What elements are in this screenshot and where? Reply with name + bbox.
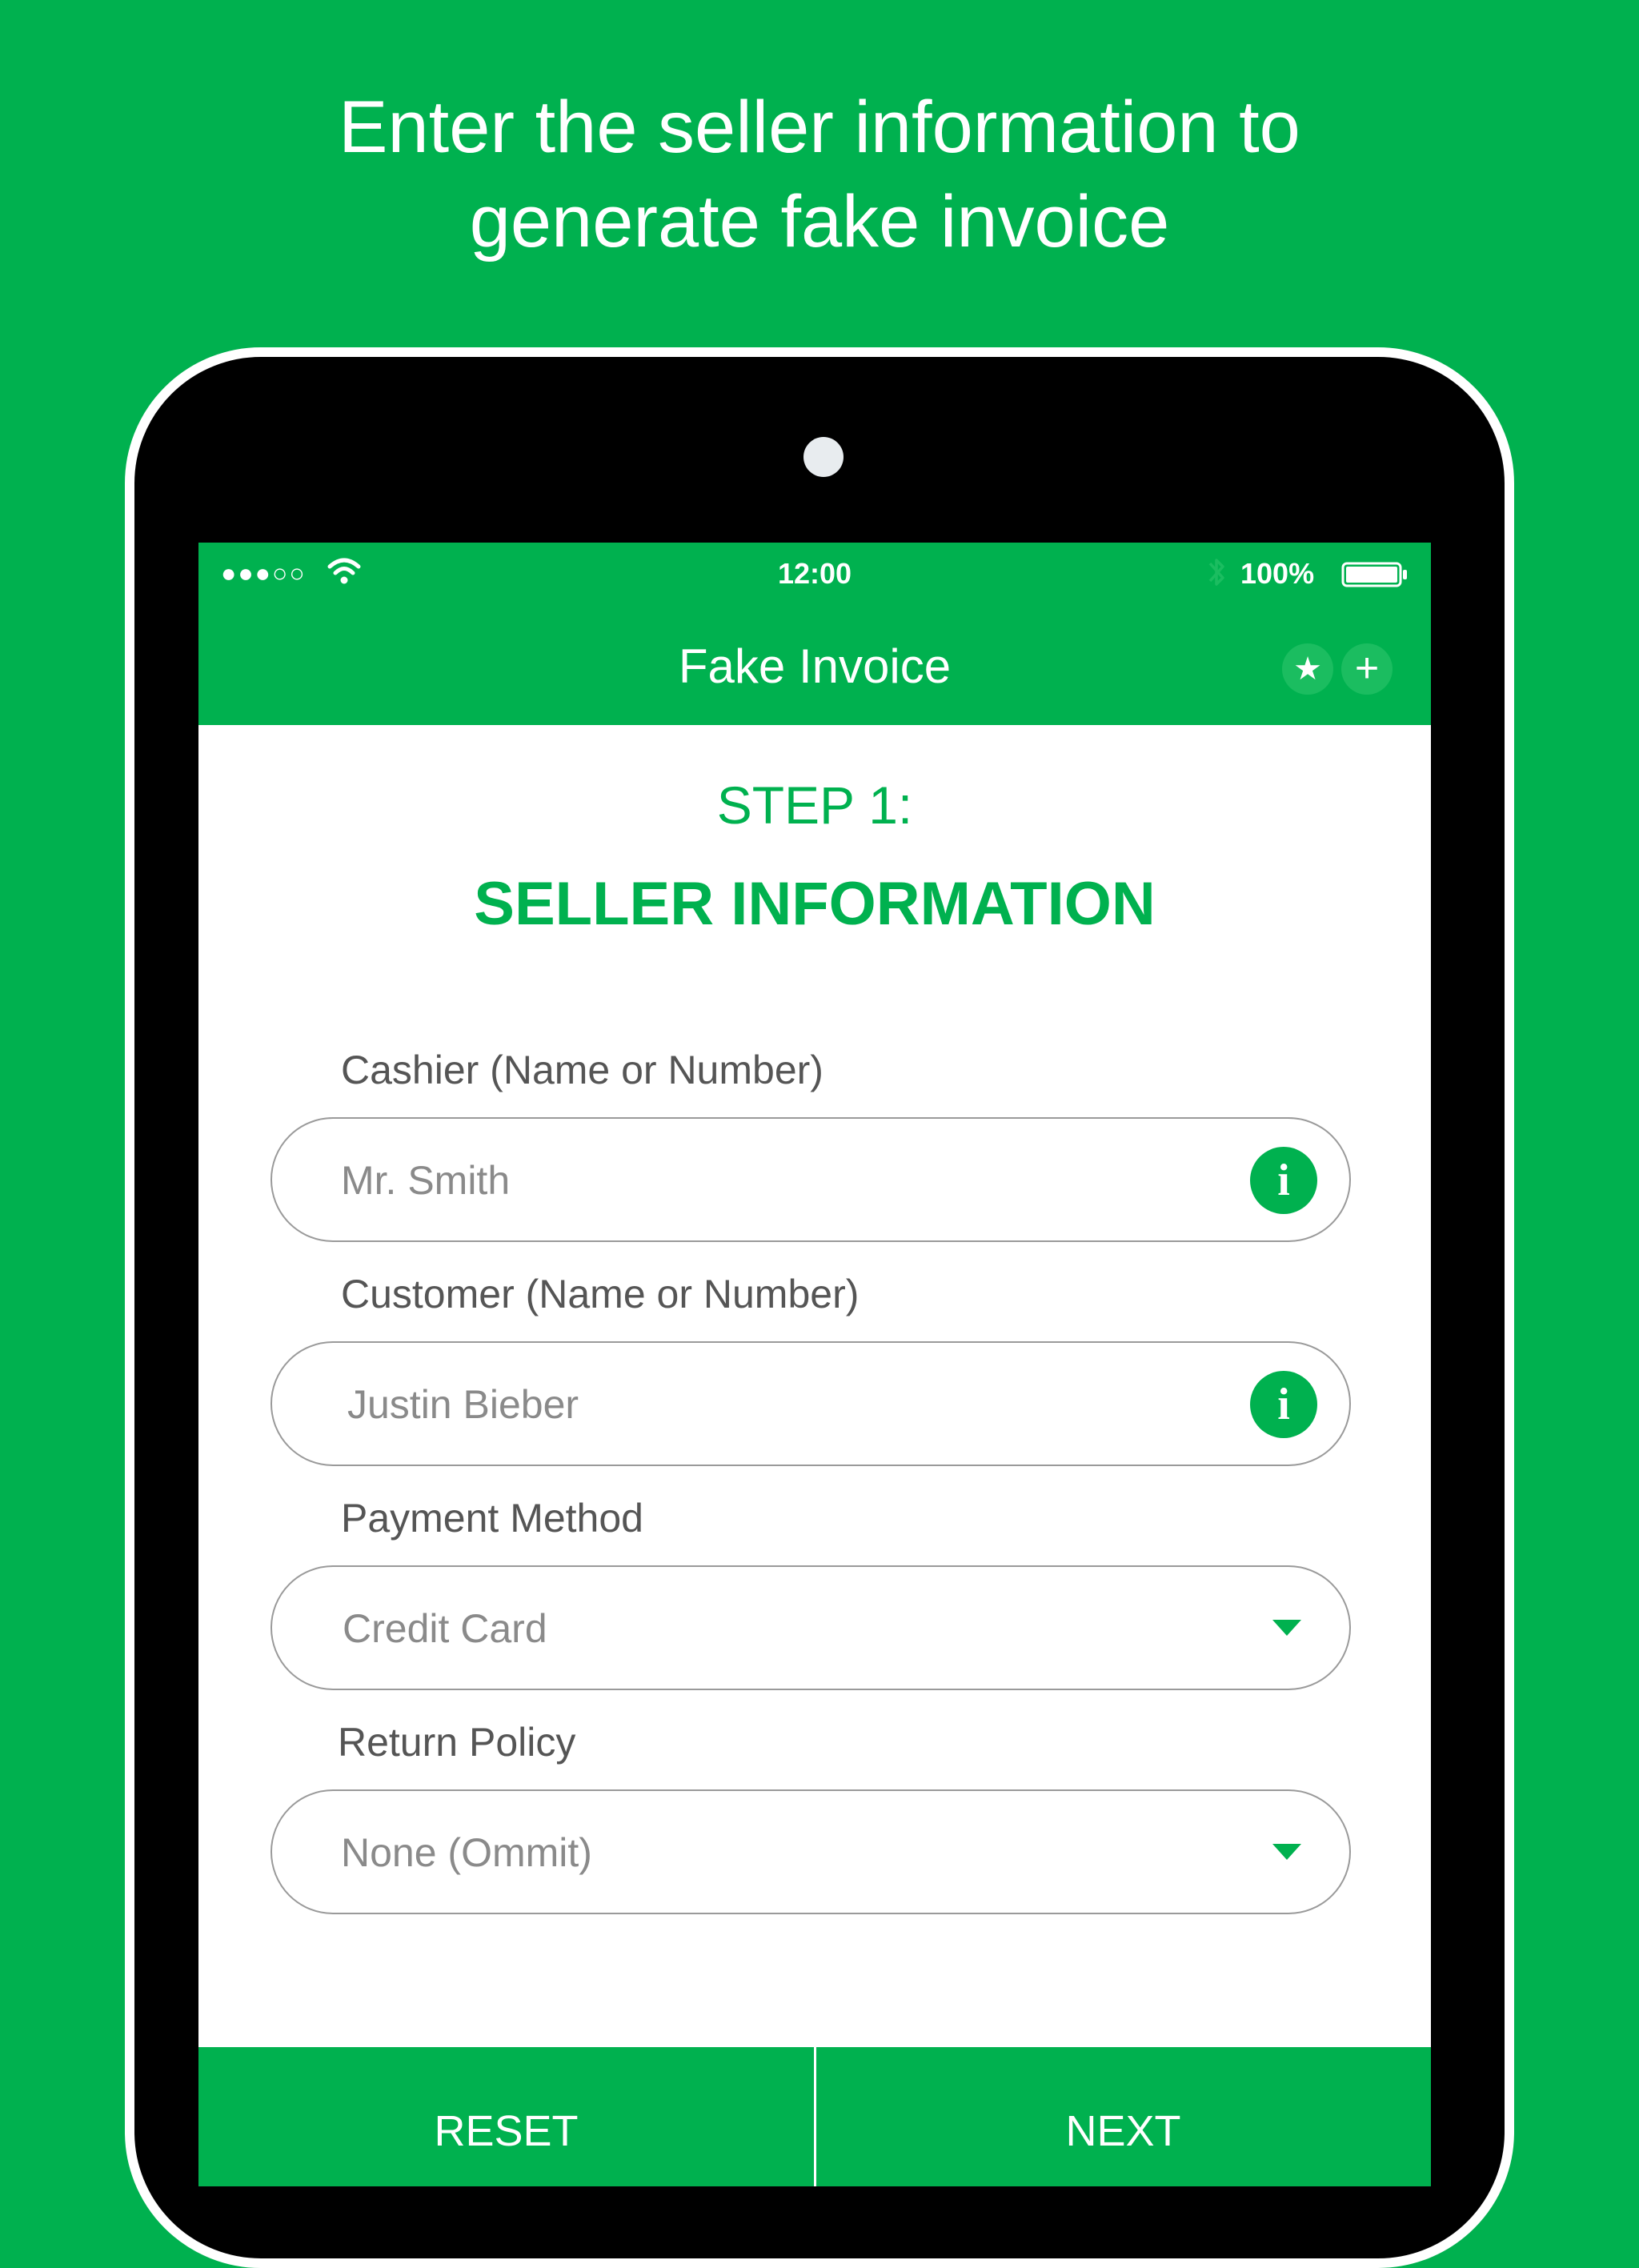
cashier-input[interactable]: Mr. Smith i (270, 1117, 1351, 1242)
payment-method-value: Credit Card (343, 1606, 547, 1651)
chevron-down-icon (1272, 1620, 1301, 1636)
bluetooth-icon (1208, 559, 1224, 586)
promo-headline: Enter the seller information to generate… (0, 80, 1639, 269)
return-policy-label: Return Policy (338, 1720, 576, 1765)
plus-icon: + (1354, 645, 1380, 691)
cashier-value: Mr. Smith (341, 1158, 511, 1203)
step-label: STEP 1: (716, 775, 913, 835)
bottom-action-bar: RESET NEXT (198, 2047, 1431, 2186)
payment-method-label: Payment Method (341, 1496, 643, 1541)
front-camera (803, 437, 844, 477)
battery-icon (1341, 562, 1407, 587)
battery-percentage: 100% (1240, 557, 1315, 590)
promo-headline-line-1: Enter the seller information to (339, 86, 1300, 168)
navigation-bar: Fake Invoice ★ + (198, 607, 1431, 725)
favorite-button[interactable]: ★ (1282, 643, 1333, 695)
promo-headline-line-2: generate fake invoice (469, 181, 1170, 262)
app-screen: ●●●○○ 12:00 100% Fake Invoice ★ + STEP 1… (198, 543, 1431, 2186)
next-button[interactable]: NEXT (815, 2047, 1431, 2186)
cashier-label: Cashier (Name or Number) (341, 1048, 824, 1092)
customer-input[interactable]: Justin Bieber i (270, 1341, 1351, 1466)
app-title: Fake Invoice (678, 639, 952, 693)
customer-value: Justin Bieber (347, 1382, 579, 1427)
chevron-down-icon (1272, 1844, 1301, 1860)
reset-button[interactable]: RESET (198, 2047, 814, 2186)
cashier-info-icon[interactable]: i (1250, 1147, 1317, 1214)
star-icon: ★ (1293, 651, 1322, 687)
customer-info-icon[interactable]: i (1250, 1371, 1317, 1438)
return-policy-select[interactable]: None (Ommit) (270, 1789, 1351, 1914)
payment-method-select[interactable]: Credit Card (270, 1565, 1351, 1690)
status-bar: ●●●○○ 12:00 100% (198, 543, 1431, 607)
add-button[interactable]: + (1341, 643, 1393, 695)
customer-label: Customer (Name or Number) (341, 1272, 860, 1316)
return-policy-value: None (Ommit) (341, 1830, 592, 1875)
section-title: SELLER INFORMATION (474, 870, 1156, 938)
